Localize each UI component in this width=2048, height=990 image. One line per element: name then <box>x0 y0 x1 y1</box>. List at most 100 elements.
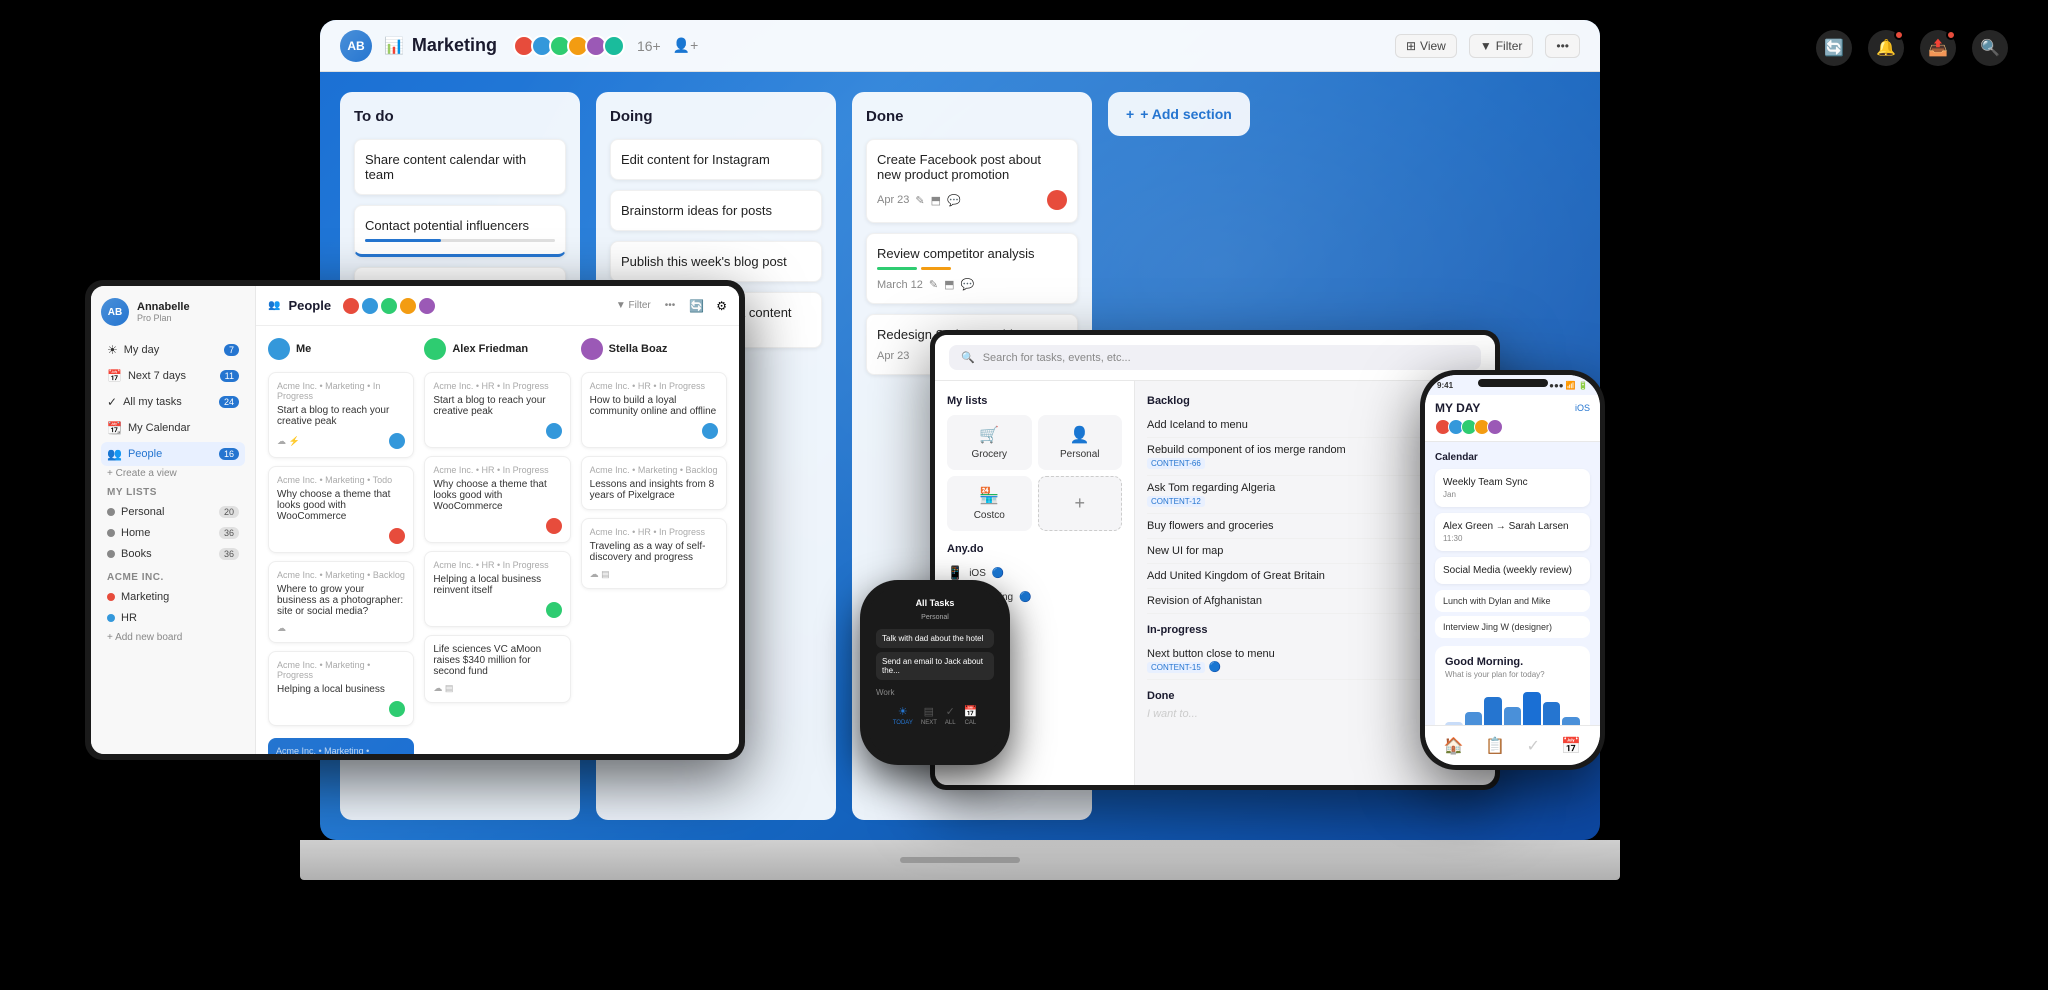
watch-task-1[interactable]: Talk with dad about the hotel <box>876 629 994 648</box>
add-section-button[interactable]: + + Add section <box>1108 92 1250 136</box>
cal-icon: 📅 <box>964 705 978 718</box>
watch-nav-next[interactable]: ▤ NEXT <box>921 705 937 726</box>
kanban-card[interactable]: Brainstorm ideas for posts <box>610 190 822 231</box>
ipad-kanban-board: Me Acme Inc. • Marketing • In Progress S… <box>256 326 739 754</box>
ipad-kanban-card[interactable]: Acme Inc. • HR • In Progress Traveling a… <box>581 518 727 589</box>
filter-button[interactable]: ▼ Filter <box>1469 34 1534 58</box>
watch-nav: ☀ TODAY ▤ NEXT ✓ ALL 📅 CAL <box>893 705 978 726</box>
iphone-time: 9:41 <box>1437 381 1453 390</box>
tasks-nav-icon[interactable]: 📋 <box>1485 736 1505 756</box>
ipad-kanban-card[interactable]: Acme Inc. • Marketing • Todo Why choose … <box>268 466 414 553</box>
myday-icon: ☀ <box>107 343 118 357</box>
ipad-kanban-card[interactable]: Acme Inc. • HR • In Progress How to buil… <box>581 372 727 448</box>
home-badge: 36 <box>219 527 239 539</box>
progress-fill <box>365 239 441 242</box>
nav-item-myday[interactable]: ☀ My day 7 <box>101 338 245 362</box>
check-nav-icon[interactable]: ✓ <box>1526 736 1539 756</box>
col-doing-title: Doing <box>610 108 822 125</box>
macbook-notch <box>900 857 1020 863</box>
col-todo-title: To do <box>354 108 566 125</box>
watch-work-label: Work <box>876 688 895 697</box>
iphone-bottom-nav: 🏠 📋 ✓ 📅 <box>1425 725 1600 765</box>
ipad-left-device: AB Annabelle Pro Plan ☀ My day 7 📅 Next … <box>85 280 745 760</box>
nav-item-people[interactable]: 👥 People 16 <box>101 442 245 466</box>
iphone-header: MY DAY iOS <box>1425 395 1600 442</box>
watch-personal-label: Personal <box>921 614 949 621</box>
settings-btn[interactable]: ⚙ <box>716 299 727 313</box>
kanban-card[interactable]: Share content calendar with team <box>354 139 566 195</box>
watch-nav-calendar[interactable]: 📅 CAL <box>964 705 978 726</box>
ipad-kanban-card[interactable]: Acme Inc. • HR • In Progress Start a blo… <box>424 372 570 448</box>
watch-nav-today[interactable]: ☀ TODAY <box>893 705 913 726</box>
refresh-icon[interactable]: 🔄 <box>1816 30 1852 66</box>
ipad-role: Pro Plan <box>137 313 190 323</box>
nav-item-next7[interactable]: 📅 Next 7 days 11 <box>101 364 245 388</box>
kanban-card[interactable]: Contact potential influencers <box>354 205 566 257</box>
list-dot <box>107 550 115 558</box>
list-item-personal[interactable]: Personal 20 <box>101 502 245 522</box>
watch-nav-alltasks[interactable]: ✓ ALL <box>945 705 956 726</box>
iphone-task-1[interactable]: Weekly Team Sync Jan <box>1435 469 1590 507</box>
nav-item-calendar[interactable]: 📆 My Calendar <box>101 416 245 440</box>
list-item-books[interactable]: Books 36 <box>101 544 245 564</box>
kanban-card[interactable]: Create Facebook post about new product p… <box>866 139 1078 223</box>
nav-item-alltasks[interactable]: ✓ All my tasks 24 <box>101 390 245 414</box>
notification-badge <box>1894 30 1904 40</box>
nav-label: Next 7 days <box>128 370 186 382</box>
costco-card[interactable]: 🏪 Costco <box>947 476 1032 531</box>
watch-task-2[interactable]: Send an email to Jack about the... <box>876 652 994 680</box>
ios-platform-label: iOS <box>1575 403 1590 413</box>
add-list-card[interactable]: + <box>1038 476 1123 531</box>
hr-dot <box>107 614 115 622</box>
home-nav-icon[interactable]: 🏠 <box>1444 736 1464 756</box>
ipad-kanban-card[interactable]: Life sciences VC aMoon raises $340 milli… <box>424 635 570 703</box>
ipad-left-screen: AB Annabelle Pro Plan ☀ My day 7 📅 Next … <box>91 286 739 754</box>
card-progress-bar <box>365 239 555 242</box>
calendar-nav-icon[interactable]: 📅 <box>1561 736 1581 756</box>
bar-3 <box>1484 697 1502 725</box>
iphone-task-3[interactable]: Social Media (weekly review) <box>1435 557 1590 584</box>
personal-card[interactable]: 👤 Personal <box>1038 415 1123 470</box>
more-btn[interactable]: ••• <box>665 300 676 311</box>
board-item-hr[interactable]: HR <box>101 608 245 628</box>
create-view-link[interactable]: + Create a view <box>107 468 245 479</box>
filter-btn[interactable]: ▼ Filter <box>616 300 651 311</box>
iphone-task-2[interactable]: Alex Green → Sarah Larsen 11:30 <box>1435 513 1590 551</box>
inprogress-icon: 🔵 <box>1209 662 1221 673</box>
share-icon[interactable]: 📤 <box>1920 30 1956 66</box>
ipad-kanban-card[interactable]: Acme Inc. • HR • In Progress Why choose … <box>424 456 570 543</box>
grocery-card[interactable]: 🛒 Grocery <box>947 415 1032 470</box>
list-item-home[interactable]: Home 36 <box>101 523 245 543</box>
col-avatar-stella <box>581 338 603 360</box>
ipad-kanban-card[interactable]: Acme Inc. • Marketing • In Progress Star… <box>268 372 414 458</box>
notification-icon[interactable]: 🔔 <box>1868 30 1904 66</box>
board-item-marketing[interactable]: Marketing <box>101 587 245 607</box>
mac-app-title: 📊 Marketing <box>384 35 497 56</box>
ipad-sidebar: AB Annabelle Pro Plan ☀ My day 7 📅 Next … <box>91 286 256 754</box>
ipad-kanban-card[interactable]: Acme Inc. • HR • In Progress Helping a l… <box>424 551 570 627</box>
add-board-link[interactable]: + Add new board <box>101 632 245 643</box>
card-meta: Acme Inc. • HR • In Progress <box>433 381 561 391</box>
ipad-kanban-card[interactable]: Acme Inc. • Marketing • Backlog Lessons … <box>581 456 727 510</box>
next-label: NEXT <box>921 720 937 726</box>
marketing-dot <box>107 593 115 601</box>
refresh-btn[interactable]: 🔄 <box>689 299 704 313</box>
search-input[interactable]: 🔍 Search for tasks, events, etc... <box>949 345 1481 370</box>
ipad-card-featured[interactable]: Acme Inc. • Marketing • Progress Life sc… <box>268 738 414 754</box>
card-text: Share content calendar with team <box>365 152 526 182</box>
ipad-kanban-card[interactable]: Acme Inc. • Marketing • Backlog Where to… <box>268 561 414 643</box>
search-icon[interactable]: 🔍 <box>1972 30 2008 66</box>
ipad-search-bar: 🔍 Search for tasks, events, etc... <box>935 335 1495 381</box>
kanban-card[interactable]: Publish this week's blog post <box>610 241 822 282</box>
view-button[interactable]: ⊞ View <box>1395 34 1457 58</box>
iphone-screen: 9:41 ●●● 📶 🔋 MY DAY iOS Calendar <box>1425 375 1600 765</box>
kanban-card[interactable]: Review competitor analysis March 12 ✎⬒💬 <box>866 233 1078 304</box>
iphone-task-5[interactable]: Interview Jing W (designer) <box>1435 616 1590 638</box>
more-button[interactable]: ••• <box>1545 34 1580 58</box>
card-avatar <box>546 423 562 439</box>
iphone-task-4[interactable]: Lunch with Dylan and Mike <box>1435 590 1590 612</box>
my-lists-title: My lists <box>107 487 245 498</box>
kanban-card[interactable]: Edit content for Instagram <box>610 139 822 180</box>
card-avatar <box>546 602 562 618</box>
ipad-kanban-card[interactable]: Acme Inc. • Marketing • Progress Helping… <box>268 651 414 726</box>
